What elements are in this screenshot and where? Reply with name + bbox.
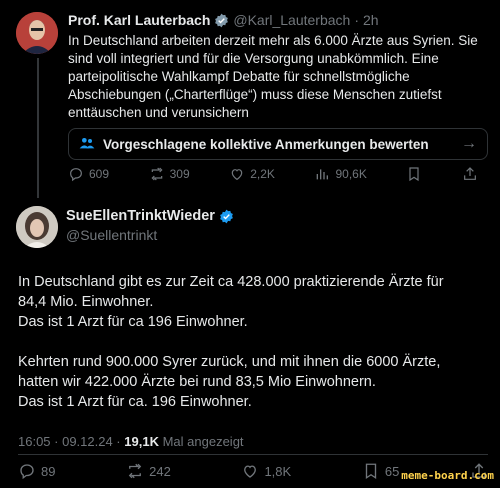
- reply-line: Das ist 1 Arzt für ca. 196 Einwohner.: [18, 394, 252, 410]
- repost-count: 242: [149, 463, 171, 479]
- author-name[interactable]: Prof. Karl Lauterbach: [68, 12, 210, 28]
- repost-icon: [151, 167, 163, 181]
- bookmark-button[interactable]: 65: [362, 462, 399, 480]
- thread-connector-line: [37, 58, 39, 198]
- bookmark-icon: [365, 463, 377, 480]
- repost-count: 309: [169, 167, 190, 181]
- reply-count: 609: [89, 167, 110, 181]
- avatar-lauterbach[interactable]: [16, 12, 58, 54]
- reply-count: 89: [41, 463, 56, 479]
- heart-icon: [244, 465, 257, 478]
- repost-icon: [128, 463, 142, 479]
- bookmark-count: 65: [384, 463, 400, 479]
- views-total: 19,1K: [124, 434, 159, 449]
- reply-author-handle[interactable]: @Suellentrinkt: [66, 227, 234, 243]
- tweet-meta: 16:05 · 09.12.24 · 19,1K Mal angezeigt: [18, 434, 244, 449]
- views-label: Mal angezeigt: [162, 434, 244, 449]
- verified-badge-icon: [214, 13, 229, 28]
- share-button[interactable]: [462, 166, 478, 182]
- tweet-time[interactable]: 2h: [363, 12, 379, 28]
- tweet-actions: 609 309 2,2K 90,6K: [68, 166, 478, 182]
- like-button[interactable]: 2,2K: [229, 166, 275, 182]
- views-button[interactable]: 90,6K: [314, 166, 367, 182]
- views-count: 90,6K: [335, 167, 367, 181]
- timestamp[interactable]: 16:05 · 09.12.24 ·: [18, 434, 121, 449]
- reply-line: Das ist 1 Arzt für ca 196 Einwohner.: [18, 314, 248, 330]
- avatar-suellen[interactable]: [16, 206, 58, 248]
- reply-button[interactable]: 89: [18, 462, 55, 480]
- reply-line: Kehrten rund 900.000 Syrer zurück, und m…: [18, 354, 441, 370]
- author-handle[interactable]: @Karl_Lauterbach: [233, 12, 350, 28]
- watermark: meme-board.com: [401, 469, 494, 482]
- reply-line: hatten wir 422.000 Ärzte bei rund 83,5 M…: [18, 374, 376, 390]
- people-icon: [79, 135, 95, 154]
- reply-line: 84,4 Mio. Einwohner.: [18, 294, 154, 310]
- bookmark-button[interactable]: [406, 166, 422, 182]
- reply-author-name-row: SueEllenTrinktWieder: [66, 208, 234, 224]
- like-count: 2,2K: [250, 167, 275, 181]
- heart-icon: [231, 169, 243, 181]
- arrow-right-icon: →: [461, 135, 477, 152]
- separator-dot: ·: [354, 12, 359, 28]
- repost-button[interactable]: 242: [126, 462, 171, 480]
- reply-icon: [70, 168, 82, 182]
- divider: [18, 454, 488, 455]
- community-notes-button[interactable]: Vorgeschlagene kollektive Anmerkungen be…: [68, 128, 488, 160]
- like-button[interactable]: 1,8K: [241, 462, 291, 480]
- reply-line: In Deutschland gibt es zur Zeit ca 428.0…: [18, 274, 444, 290]
- bookmark-icon: [409, 167, 420, 182]
- like-count: 1,8K: [264, 463, 292, 479]
- share-icon: [464, 167, 476, 180]
- tweet-header: Prof. Karl Lauterbach @Karl_Lauterbach ·…: [68, 12, 488, 28]
- reply-text: In Deutschland gibt es zur Zeit ca 428.0…: [18, 272, 488, 412]
- reply-author-name[interactable]: SueEllenTrinktWieder: [66, 208, 215, 224]
- tweet-text: In Deutschland arbeiten derzeit mehr als…: [68, 33, 478, 120]
- repost-button[interactable]: 309: [149, 166, 190, 182]
- reply-icon: [20, 464, 34, 480]
- community-notes-label: Vorgeschlagene kollektive Anmerkungen be…: [103, 136, 429, 152]
- reply-button[interactable]: 609: [68, 166, 109, 182]
- views-chart-icon: [317, 169, 329, 180]
- verified-badge-icon: [219, 209, 234, 224]
